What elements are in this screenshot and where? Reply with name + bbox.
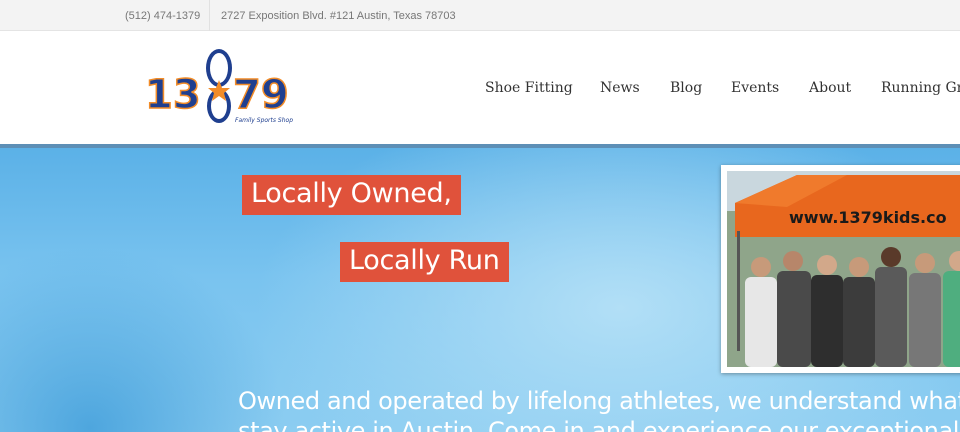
team-tent-photo: www.1379kids.co (727, 171, 960, 367)
phone-number[interactable]: (512) 474-1379 (125, 10, 200, 22)
nav-about[interactable]: About (809, 80, 851, 96)
logo-left-digits: 13 (145, 72, 201, 118)
hero-photo: www.1379kids.co (721, 165, 960, 373)
nav-blog[interactable]: Blog (670, 80, 702, 96)
tent-banner-text: www.1379kids.co (789, 208, 947, 227)
nav-events[interactable]: Events (731, 80, 779, 96)
nav-news[interactable]: News (600, 80, 640, 96)
hero-description-line1: Owned and operated by lifelong athletes,… (238, 387, 960, 415)
hero-tagline-owned: Locally Owned, (242, 175, 461, 215)
top-info-bar: (512) 474-1379 2727 Exposition Blvd. #12… (0, 0, 960, 31)
footprint-star-icon (206, 49, 232, 123)
site-header: 13 79 Family Sports Shop Shoe Fitting Ne… (0, 31, 960, 144)
hero-description-line2: stay active in Austin. Come in and exper… (238, 417, 960, 432)
hero-banner: Locally Owned, Locally Run www.1379kids.… (0, 144, 960, 432)
nav-shoe-fitting[interactable]: Shoe Fitting (485, 80, 573, 96)
store-address: 2727 Exposition Blvd. #121 Austin, Texas… (221, 10, 456, 22)
nav-running-groups[interactable]: Running Gro (881, 80, 960, 96)
site-logo[interactable]: 13 79 Family Sports Shop (144, 44, 305, 129)
hero-tagline-run: Locally Run (340, 242, 509, 282)
logo-right-digits: 79 (233, 72, 289, 118)
logo-tagline: Family Sports Shop (235, 117, 293, 124)
topbar-divider (209, 0, 210, 31)
logo-graphic: 13 79 Family Sports Shop (144, 49, 293, 124)
hero-description: Owned and operated by lifelong athletes,… (238, 386, 960, 432)
